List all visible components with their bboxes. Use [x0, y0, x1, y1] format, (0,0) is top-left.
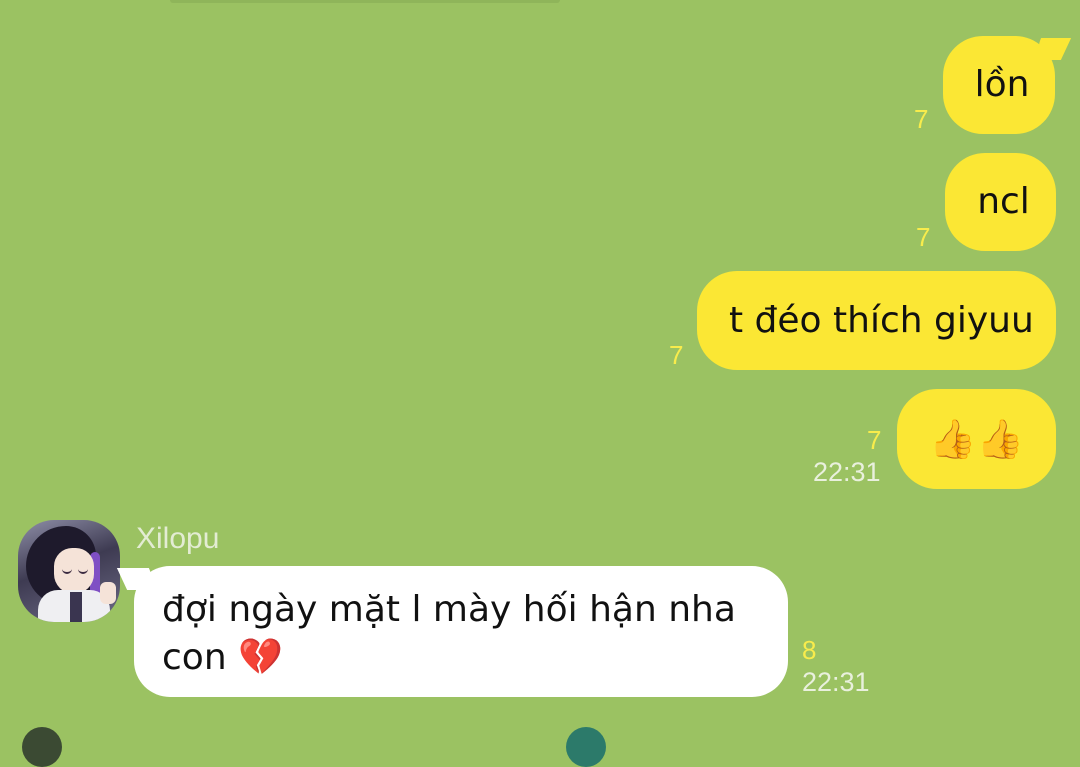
outgoing-message-bubble[interactable]: lồn	[943, 36, 1072, 134]
read-count: 7	[916, 222, 931, 252]
thumbs-up-emoji: 👍👍	[929, 417, 1024, 461]
incoming-message-bubble[interactable]: đợi ngày mặt l mày hối hận nha con 💔	[116, 566, 788, 697]
read-count: 8	[802, 635, 817, 665]
bubble-tail	[116, 568, 160, 590]
outgoing-message-bubble[interactable]: 👍👍	[897, 389, 1056, 489]
bottom-avatar-fragment	[22, 727, 62, 767]
sender-avatar[interactable]	[18, 520, 120, 622]
read-count: 7	[669, 340, 684, 370]
outgoing-message-bubble[interactable]: ncl	[945, 153, 1056, 251]
avatar-face	[54, 548, 94, 594]
read-count: 7	[867, 425, 882, 455]
message-text: lồn	[974, 64, 1030, 105]
avatar-tie	[70, 592, 82, 622]
top-bar-fragment	[170, 0, 560, 3]
sender-name[interactable]: Xilopu	[136, 522, 219, 556]
bubble-tail	[1030, 38, 1072, 60]
message-time: 22:31	[802, 667, 870, 697]
message-text: đợi ngày mặt l mày hối hận nha con 💔	[162, 589, 736, 678]
bottom-avatar-fragment	[566, 727, 606, 767]
outgoing-message-bubble[interactable]: t đéo thích giyuu	[697, 271, 1056, 370]
message-time: 22:31	[813, 457, 881, 487]
read-count: 7	[914, 104, 929, 134]
message-text: t đéo thích giyuu	[729, 299, 1034, 341]
avatar-hand	[100, 582, 116, 604]
message-text: ncl	[977, 181, 1030, 222]
